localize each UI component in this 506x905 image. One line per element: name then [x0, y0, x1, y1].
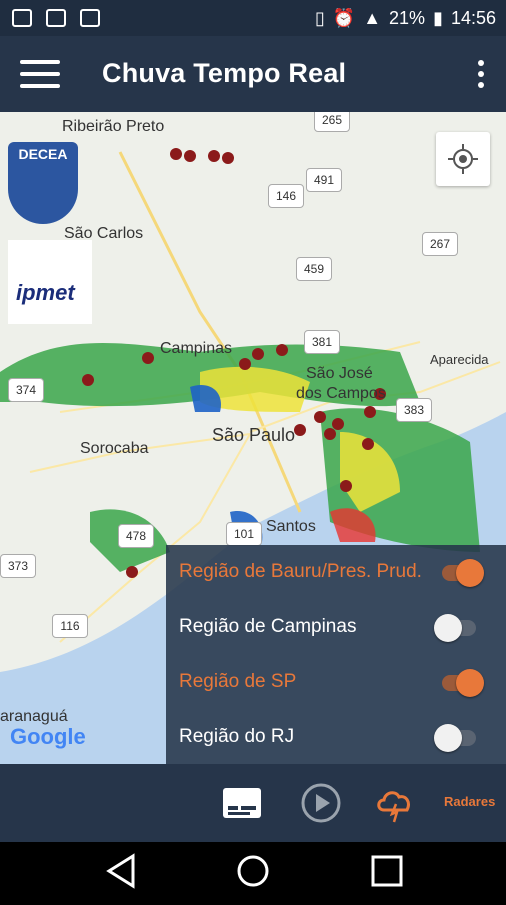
hamburger-menu-icon[interactable]	[20, 58, 60, 90]
regions-panel: Região de Bauru/Pres. Prud. Região de Ca…	[166, 545, 506, 764]
radares-label: Radares	[444, 794, 496, 809]
region-row-sp[interactable]: Região de SP	[166, 655, 506, 710]
my-location-icon	[448, 144, 478, 174]
radar-cloud-icon	[377, 791, 410, 823]
road-shield: 101	[226, 522, 262, 546]
briefcase-icon	[80, 9, 100, 27]
app-bar: Chuva Tempo Real	[0, 36, 506, 112]
home-icon	[237, 855, 269, 887]
play-icon	[301, 783, 341, 823]
back-icon	[106, 853, 135, 889]
region-toggle-sp[interactable]	[442, 669, 484, 697]
map-label-sao-jose-dos-campos-1: São José	[306, 365, 373, 382]
region-toggle-campinas[interactable]	[434, 614, 476, 642]
play-button[interactable]	[300, 782, 342, 829]
road-shield: 478	[118, 524, 154, 548]
decea-logo: DECEA	[8, 142, 78, 224]
subtitles-button[interactable]	[222, 786, 262, 825]
map-label-aparecida: Aparecida	[430, 352, 489, 367]
radar-button[interactable]	[374, 782, 416, 829]
road-shield: 491	[306, 168, 342, 192]
region-label: Região de Bauru/Pres. Prud.	[179, 561, 422, 582]
decea-label: DECEA	[18, 146, 68, 162]
battery-percent: 21%	[389, 7, 426, 28]
road-shield: 146	[268, 184, 304, 208]
app-title: Chuva Tempo Real	[102, 58, 347, 88]
region-row-bauru[interactable]: Região de Bauru/Pres. Prud.	[166, 545, 506, 600]
region-label: Região de Campinas	[179, 616, 357, 637]
map-label-sao-jose-dos-campos-2: dos Campos	[296, 385, 386, 402]
recents-icon	[371, 855, 403, 887]
region-row-campinas[interactable]: Região de Campinas	[166, 600, 506, 655]
signal-icon: ▲	[363, 7, 382, 28]
map-label-sao-paulo: São Paulo	[212, 425, 296, 445]
ipmet-logo: ipmet	[8, 240, 92, 324]
region-row-rj[interactable]: Região do RJ	[166, 710, 506, 765]
ipmet-label: ipmet	[16, 280, 75, 305]
road-shield: 374	[8, 378, 44, 402]
region-label: Região do RJ	[179, 726, 295, 747]
road-shield: 381	[304, 330, 340, 354]
road-shield: 267	[422, 232, 458, 256]
road-shield: 383	[396, 398, 432, 422]
road-shield: 116	[52, 614, 88, 638]
android-nav-bar	[0, 842, 506, 900]
google-label: Google	[10, 724, 86, 749]
clock: 14:56	[450, 7, 496, 28]
subtitles-icon	[223, 788, 261, 818]
image-icon	[12, 9, 32, 27]
battery-icon: ▮	[433, 7, 443, 28]
alarm-icon: ⏰	[332, 7, 356, 28]
status-bar: ▯ ⏰ ▲ 21% ▮ 14:56	[0, 0, 506, 36]
region-toggle-rj[interactable]	[434, 724, 476, 752]
map-label-campinas: Campinas	[160, 340, 233, 357]
my-location-button[interactable]	[436, 132, 490, 186]
road-shield: 373	[0, 554, 36, 578]
region-toggle-bauru[interactable]	[442, 559, 484, 587]
google-logo: Google	[10, 724, 86, 750]
region-label: Região de SP	[179, 671, 297, 692]
signal-off-icon	[46, 9, 66, 27]
vibrate-icon: ▯	[314, 7, 325, 28]
map-label-sorocaba: Sorocaba	[80, 440, 149, 457]
nav-buttons	[106, 853, 403, 889]
more-vert-icon[interactable]	[476, 60, 486, 90]
map-label-santos: Santos	[266, 518, 316, 535]
road-shield: 459	[296, 257, 332, 281]
bottom-bar: Radares	[0, 764, 506, 842]
road-shield: 265	[314, 112, 350, 132]
map-label-ribeirao-preto: Ribeirão Preto	[62, 118, 165, 135]
